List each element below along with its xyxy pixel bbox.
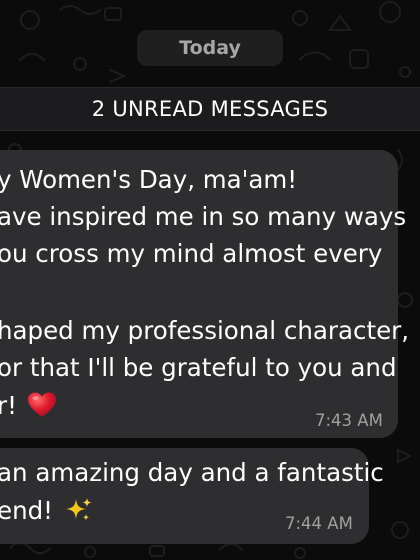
- message-bubble[interactable]: y Women's Day, ma'am! ave inspired me in…: [0, 150, 409, 438]
- message-text-line: or that I'll be grateful to you and: [0, 353, 397, 382]
- message-text-fragment: r!: [0, 391, 17, 420]
- message-text-fragment: end!: [0, 496, 53, 525]
- message-text-line: ou cross my mind almost every: [0, 239, 383, 268]
- message-text-line-last: end!: [0, 496, 93, 525]
- message-text-line-last: r!: [0, 391, 57, 420]
- message-text-line: ave inspired me in so many ways: [0, 202, 407, 231]
- message-bubble[interactable]: an amazing day and a fantastic end! 7:44…: [0, 448, 384, 544]
- message-timestamp: 7:44 AM: [285, 514, 353, 533]
- date-separator: Today: [137, 30, 283, 66]
- message-text-line: y Women's Day, ma'am!: [0, 165, 298, 194]
- sparkles-icon: [65, 498, 92, 521]
- message-timestamp: 7:43 AM: [315, 411, 383, 430]
- message-text-line: haped my professional character,: [0, 316, 410, 345]
- red-heart-icon: [27, 392, 56, 417]
- unread-messages-banner: 2 UNREAD MESSAGES: [0, 87, 420, 131]
- message-text-line: an amazing day and a fantastic: [0, 458, 384, 487]
